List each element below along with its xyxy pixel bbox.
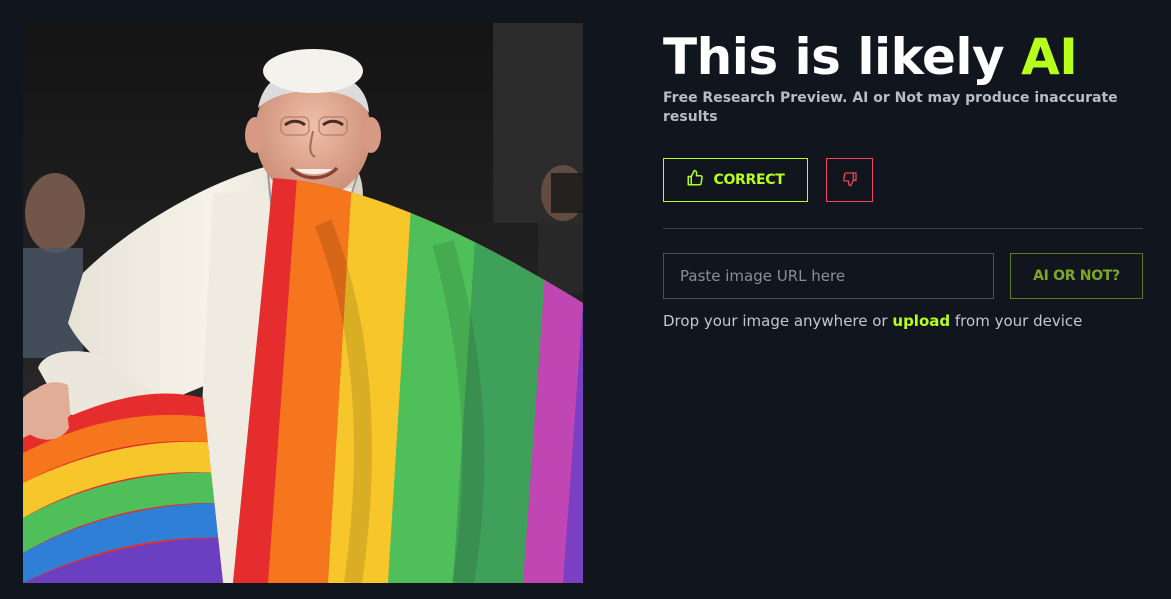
analyzed-image: [23, 23, 583, 583]
thumbs-up-icon: [686, 169, 704, 191]
correct-button[interactable]: CORRECT: [663, 158, 808, 202]
drop-hint: Drop your image anywhere or upload from …: [663, 311, 1082, 331]
drop-hint-before: Drop your image anywhere or: [663, 312, 888, 330]
correct-button-label: CORRECT: [713, 172, 785, 188]
ai-or-not-button[interactable]: AI OR NOT?: [1010, 253, 1143, 299]
image-url-input[interactable]: [663, 253, 994, 299]
ai-detector-page: This is likely AI Free Research Preview.…: [0, 0, 1171, 599]
incorrect-button[interactable]: [826, 158, 873, 202]
verdict-result: AI: [1021, 28, 1078, 86]
thumbs-down-icon: [842, 171, 858, 190]
section-divider: [663, 228, 1143, 229]
verdict-heading: This is likely AI: [663, 28, 1078, 86]
drop-hint-after: from your device: [954, 312, 1083, 330]
disclaimer-text: Free Research Preview. AI or Not may pro…: [663, 90, 1118, 125]
upload-link[interactable]: upload: [892, 312, 950, 330]
verdict-prefix: This is likely: [663, 28, 1005, 86]
